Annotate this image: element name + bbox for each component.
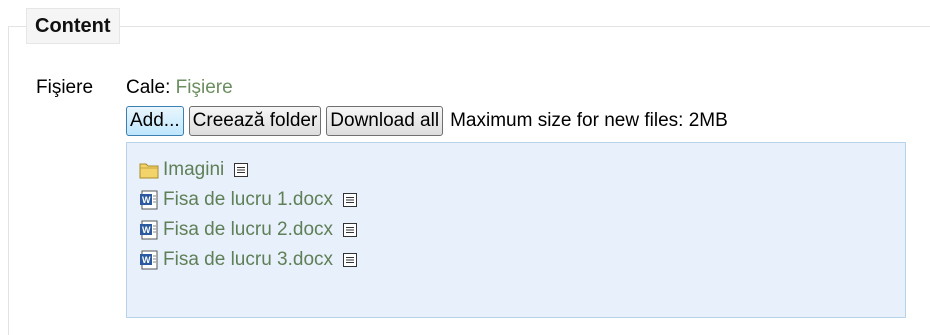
list-item: Imagini: [139, 155, 905, 185]
create-folder-button[interactable]: Creează folder: [188, 106, 322, 136]
max-size-text: Maximum size for new files: 2MB: [450, 110, 728, 131]
section-legend: Content: [26, 8, 120, 44]
path-prefix: Cale:: [126, 77, 176, 98]
file-toolbar: Add... Creează folder Download all Maxim…: [126, 106, 728, 136]
word-document-icon: W: [139, 190, 159, 210]
context-menu-icon[interactable]: [234, 163, 249, 177]
list-item: W Fisa de lucru 1.docx: [139, 185, 905, 215]
file-name-link[interactable]: Fisa de lucru 3.docx: [163, 249, 333, 271]
svg-text:W: W: [142, 195, 151, 205]
word-document-icon: W: [139, 220, 159, 240]
file-name-link[interactable]: Fisa de lucru 2.docx: [163, 219, 333, 241]
add-button[interactable]: Add...: [126, 106, 184, 136]
svg-text:W: W: [142, 225, 151, 235]
context-menu-icon[interactable]: [343, 193, 358, 207]
breadcrumb: Cale: Fişiere: [126, 76, 233, 100]
file-name-link[interactable]: Imagini: [163, 159, 224, 181]
context-menu-icon[interactable]: [343, 223, 358, 237]
list-item: W Fisa de lucru 3.docx: [139, 245, 905, 275]
list-item: W Fisa de lucru 2.docx: [139, 215, 905, 245]
fieldset-border-left: [8, 26, 9, 335]
file-name-link[interactable]: Fisa de lucru 1.docx: [163, 189, 333, 211]
path-link[interactable]: Fişiere: [176, 77, 233, 98]
word-document-icon: W: [139, 250, 159, 270]
context-menu-icon[interactable]: [343, 253, 358, 267]
download-all-button[interactable]: Download all: [326, 106, 444, 136]
fieldset-border-top: [8, 26, 930, 27]
folder-icon: [139, 161, 159, 179]
field-label: Fişiere: [36, 77, 94, 98]
svg-text:W: W: [142, 255, 151, 265]
file-list: Imagini W Fisa de lucru 1.docx W Fisa de…: [126, 142, 906, 318]
